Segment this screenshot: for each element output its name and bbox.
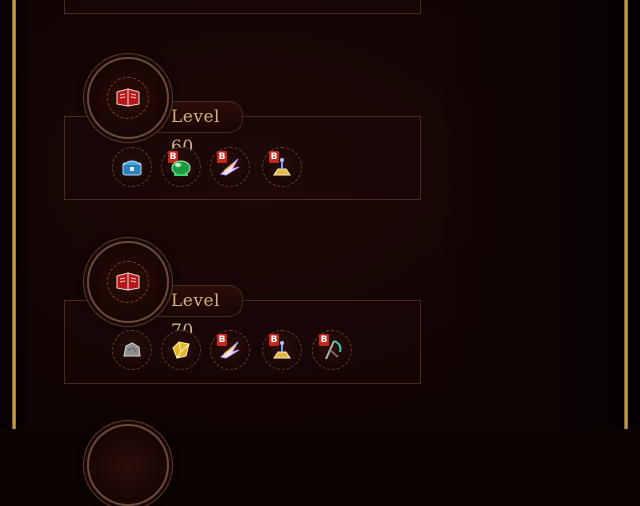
reward-slot[interactable]: B (161, 147, 201, 187)
red-book-icon (116, 88, 140, 107)
feather-wing-icon (219, 158, 240, 176)
reward-window: Level 60 B B B (0, 0, 640, 506)
reward-slot[interactable]: B (210, 147, 250, 187)
inner-shadow (16, 0, 32, 429)
level-emblem-next (87, 424, 169, 506)
red-book-icon (116, 272, 140, 291)
dark-scythe-icon (325, 340, 342, 360)
reward-panel-previous (64, 0, 421, 14)
green-orb-icon (171, 160, 191, 176)
reward-slot[interactable]: B (262, 330, 302, 370)
reward-slot[interactable] (161, 330, 201, 370)
stone-ore-icon (123, 342, 141, 357)
level-emblem (87, 241, 169, 323)
reward-slot[interactable] (112, 147, 152, 187)
feather-wing-icon (219, 341, 240, 359)
window-edge-left (0, 0, 12, 429)
reward-slot[interactable] (112, 330, 152, 370)
gold-crystal-icon (172, 341, 190, 359)
blue-chest-icon (122, 160, 142, 176)
side-pane (440, 0, 624, 429)
reward-slot[interactable]: B (262, 147, 302, 187)
level-emblem (87, 57, 169, 139)
gold-pedestal-icon (273, 341, 291, 359)
window-edge-right (628, 0, 640, 429)
reward-slot[interactable]: B (312, 330, 352, 370)
gold-pedestal-icon (273, 158, 291, 176)
reward-slot[interactable]: B (210, 330, 250, 370)
